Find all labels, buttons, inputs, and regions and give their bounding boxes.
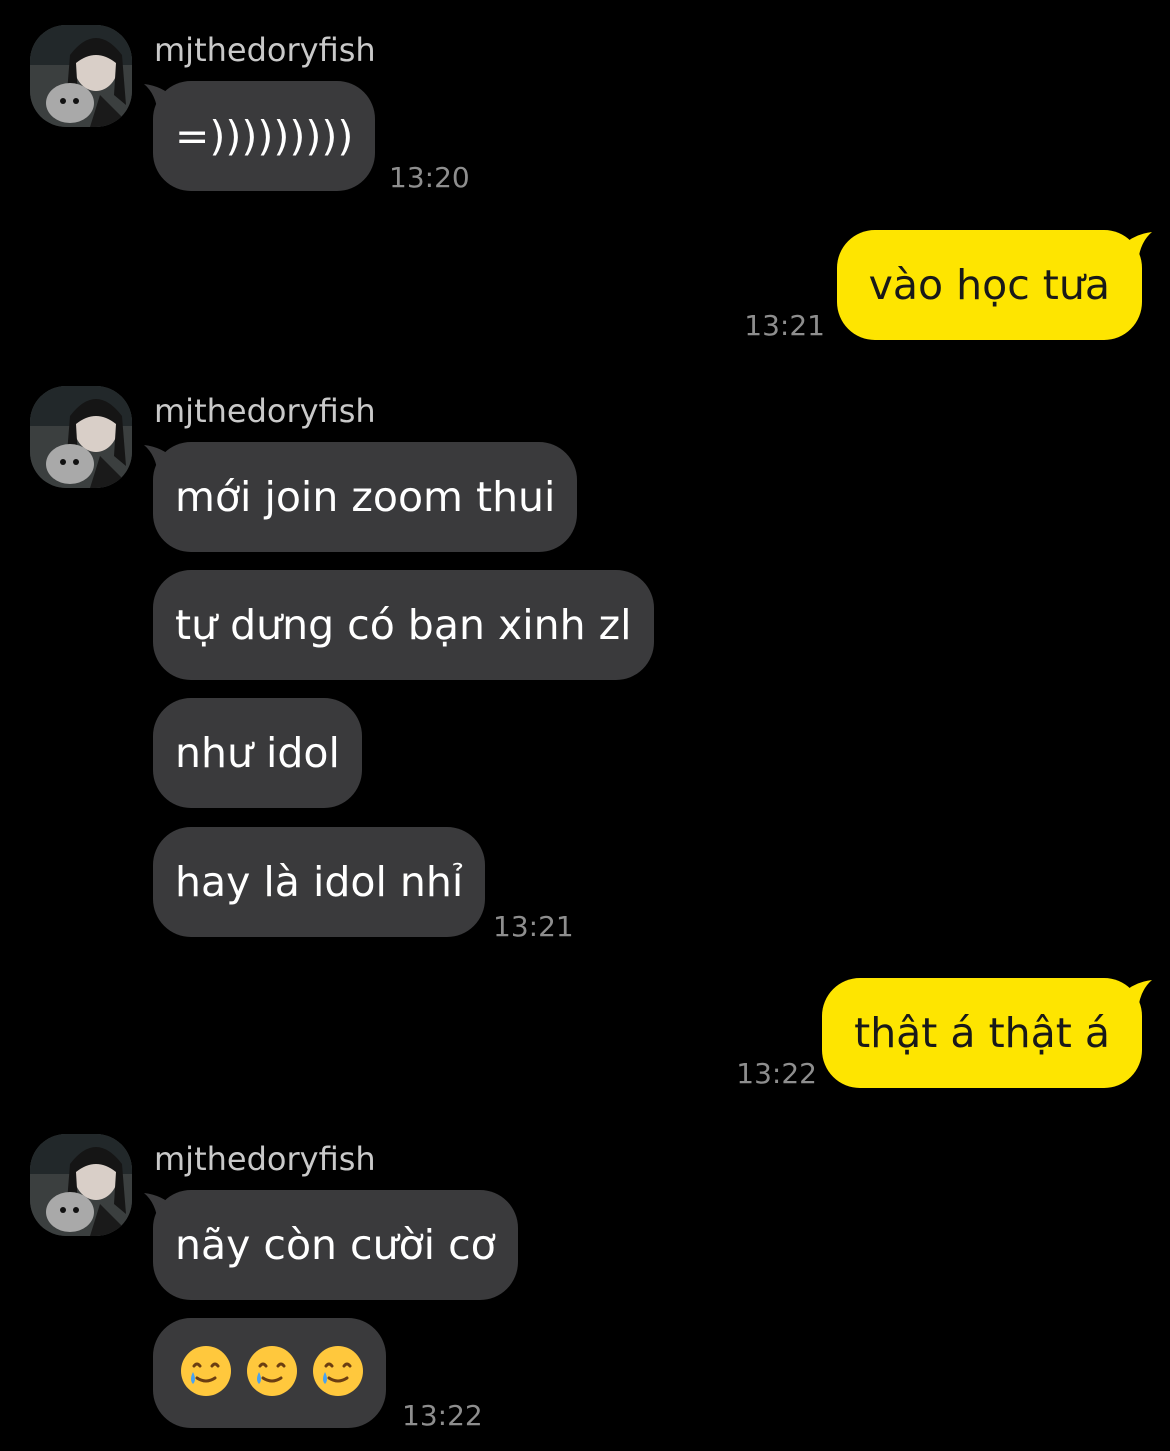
message-bubble[interactable]: như idol xyxy=(153,698,362,808)
avatar-image xyxy=(30,386,132,488)
message-bubble[interactable]: mới join zoom thui xyxy=(153,442,578,552)
emoji-message-bubble[interactable] xyxy=(153,1318,386,1428)
smiling-face-with-tear-icon xyxy=(181,1346,231,1396)
avatar[interactable] xyxy=(30,25,132,127)
message-timestamp: 13:22 xyxy=(736,1057,817,1090)
smiling-face-with-tear-icon xyxy=(313,1346,363,1396)
message-bubble[interactable]: hay là idol nhỉ xyxy=(153,827,486,937)
message-timestamp: 13:20 xyxy=(389,161,470,194)
message-timestamp: 13:21 xyxy=(493,910,574,943)
emoji-row xyxy=(179,1344,365,1398)
sender-name: mjthedoryfish xyxy=(154,1140,376,1178)
avatar[interactable] xyxy=(30,386,132,488)
message-timestamp: 13:22 xyxy=(402,1399,483,1432)
message-bubble[interactable]: nãy còn cười cơ xyxy=(153,1190,518,1300)
message-bubble[interactable]: thật á thật á xyxy=(822,978,1142,1088)
message-bubble[interactable]: =))))))))) xyxy=(153,81,376,191)
message-bubble[interactable]: tự dưng có bạn xinh zl xyxy=(153,570,654,680)
sender-name: mjthedoryfish xyxy=(154,392,376,430)
message-timestamp: 13:21 xyxy=(744,309,825,342)
sender-name: mjthedoryfish xyxy=(154,31,376,69)
message-bubble[interactable]: vào học tưa xyxy=(836,230,1142,340)
avatar[interactable] xyxy=(30,1134,132,1236)
avatar-image xyxy=(30,25,132,127)
smiling-face-with-tear-icon xyxy=(247,1346,297,1396)
avatar-image xyxy=(30,1134,132,1236)
